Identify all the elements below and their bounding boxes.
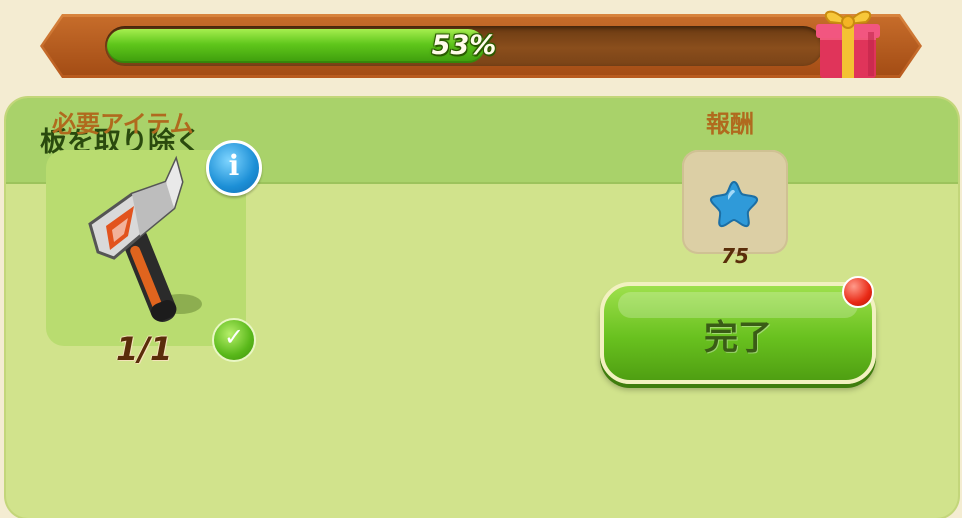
- blue-star-gem-icon: [709, 180, 759, 228]
- required-items-label: 必要アイテム: [52, 110, 194, 138]
- info-button[interactable]: i: [206, 140, 262, 196]
- complete-button[interactable]: 完了: [600, 282, 876, 384]
- hammer-icon: [88, 155, 202, 322]
- notification-dot: [842, 276, 874, 308]
- progress-bar-frame: 53%: [40, 14, 922, 78]
- progress-percent-label: 53%: [431, 30, 497, 61]
- reward-amount: 75: [721, 244, 749, 268]
- item-count: 1/1: [116, 330, 173, 368]
- progress-track: 53%: [105, 26, 823, 66]
- check-glyph: ✓: [223, 323, 245, 351]
- reward-label: 報酬: [706, 110, 754, 138]
- check-icon: ✓: [212, 318, 256, 362]
- progress-bar-inner-frame: 53%: [43, 17, 919, 75]
- complete-button-label: 完了: [704, 318, 772, 358]
- gift-box-icon[interactable]: [808, 0, 888, 82]
- info-icon: i: [228, 149, 240, 182]
